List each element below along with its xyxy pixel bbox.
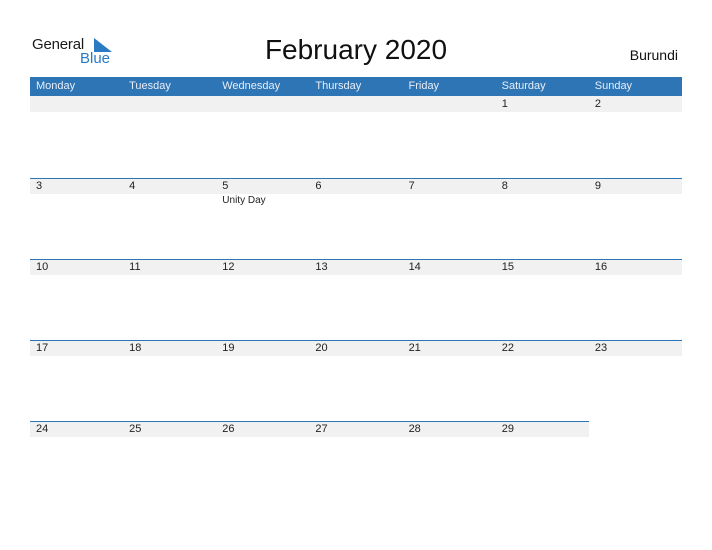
day-cell: 18: [123, 340, 216, 421]
day-number: 2: [594, 98, 601, 110]
day-cell: 1: [496, 96, 589, 177]
day-cell: 19: [216, 340, 309, 421]
weekday-thursday: Thursday: [315, 80, 362, 92]
day-cell: 6: [309, 178, 402, 259]
day-cell: 26: [216, 421, 309, 502]
weekday-saturday: Saturday: [501, 80, 546, 92]
day-cell: 9: [589, 178, 682, 259]
weekday-friday: Friday: [408, 80, 440, 92]
day-cell: [216, 96, 309, 177]
day-cell: 29: [496, 421, 589, 502]
day-number: 14: [408, 261, 421, 273]
day-cell: [403, 96, 496, 177]
day-number: 11: [129, 261, 141, 273]
day-cell: 23: [589, 340, 682, 421]
day-number: 29: [501, 423, 514, 435]
day-cell: 14: [403, 259, 496, 340]
day-cell: 24: [30, 421, 123, 502]
day-number: 7: [408, 180, 415, 192]
day-cell: 21: [403, 340, 496, 421]
day-number: 13: [315, 261, 328, 273]
day-cell: 16: [589, 259, 682, 340]
day-cell: 28: [403, 421, 496, 502]
day-cell: 20: [309, 340, 402, 421]
day-cell: 3: [30, 178, 123, 259]
day-number: 24: [36, 423, 49, 435]
calendar-title: February 2020: [264, 34, 448, 65]
day-cell: 25: [123, 421, 216, 502]
day-cell: 11: [123, 259, 216, 340]
day-number: 3: [36, 180, 43, 192]
weekday-sunday: Sunday: [594, 80, 633, 92]
day-cell: 8: [496, 178, 589, 259]
day-number: 28: [408, 423, 421, 435]
holiday-label: Unity Day: [222, 195, 266, 206]
week-row: 12: [30, 96, 682, 177]
day-number: 23: [594, 342, 608, 354]
day-number: 20: [315, 342, 328, 354]
day-number: 8: [501, 180, 508, 192]
day-number: 16: [594, 261, 608, 273]
day-number: 18: [129, 342, 142, 354]
day-number: 6: [315, 180, 322, 192]
day-cell: 15: [496, 259, 589, 340]
day-cell: 22: [496, 340, 589, 421]
weekday-header: Monday Tuesday Wednesday Thursday Friday Satu…: [30, 77, 682, 96]
day-cell: 27: [309, 421, 402, 502]
day-number: 21: [408, 342, 421, 354]
day-number: 26: [222, 423, 235, 435]
week-row: 17 18 19 20 21 22 23: [30, 340, 682, 421]
day-cell: 2: [589, 96, 682, 177]
day-number: 15: [501, 261, 514, 273]
day-number: 25: [129, 423, 142, 435]
day-cell: 7: [403, 178, 496, 259]
day-cell: 10: [30, 259, 123, 340]
day-number: 12: [222, 261, 235, 273]
weekday-wednesday: Wednesday: [222, 80, 281, 92]
day-number: 27: [315, 423, 328, 435]
day-cell: [589, 421, 682, 502]
day-cell: [309, 96, 402, 177]
weekday-monday: Monday: [36, 80, 76, 92]
day-cell: 4: [123, 178, 216, 259]
day-number: 22: [501, 342, 514, 354]
day-cell: [123, 96, 216, 177]
day-cell: 13: [309, 259, 402, 340]
day-cell: 5 Unity Day: [216, 178, 309, 259]
week-row: 24 25 26 27 28 29: [30, 421, 682, 502]
day-number: 4: [129, 180, 136, 192]
day-number: 9: [594, 180, 601, 192]
day-cell: 17: [30, 340, 123, 421]
day-number: 17: [36, 342, 49, 354]
country-label: Burundi: [629, 47, 678, 63]
day-number: 19: [222, 342, 235, 354]
week-row: 10 11 12 13 14 15 16: [30, 259, 682, 340]
day-number: 1: [501, 98, 508, 110]
day-number: 10: [36, 261, 49, 273]
week-row: 3 4 5 Unity Day 6 7 8 9: [30, 178, 682, 259]
weekday-tuesday: Tuesday: [129, 80, 171, 92]
day-cell: [30, 96, 123, 177]
day-number: 5: [222, 180, 229, 192]
day-cell: 12: [216, 259, 309, 340]
